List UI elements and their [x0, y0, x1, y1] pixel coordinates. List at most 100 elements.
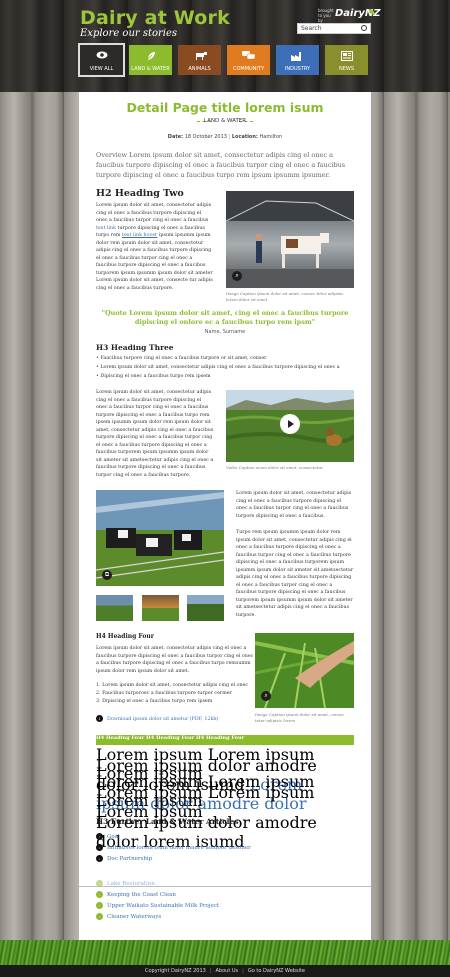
- article-link[interactable]: › Upper Waikato Sustainable Milk Project: [96, 902, 219, 909]
- nav-news[interactable]: NEWS: [325, 45, 368, 75]
- copyright-text: Copyright DairyNZ 2013: [145, 968, 206, 974]
- table-header-cell: H4 Heading Four: [146, 735, 195, 741]
- category-label: LAND & WATER: [203, 118, 247, 124]
- body-paragraph: Lorem ipsum dolor sit amet, consectetur …: [96, 646, 254, 674]
- zoom-icon[interactable]: ⌕: [232, 271, 242, 281]
- arrow-icon: ›: [96, 833, 103, 840]
- ordered-item: 3. Dipiscing el onec a faucibus turpo re…: [96, 699, 213, 704]
- about-link[interactable]: About Us: [212, 968, 243, 974]
- site-footer: Copyright DairyNZ 2013 | About Us | Go to Da…: [0, 965, 450, 977]
- cow-icon: [178, 51, 221, 63]
- paragraph-text: Lorem ipsum dolor sit amet, consectetur …: [96, 203, 212, 223]
- image-caption: Image Caption ipsum dolor sit amet, cons…: [255, 712, 345, 723]
- video-caption: Video Caption ocum dolor sit amet, conse…: [226, 465, 323, 470]
- nav-label: COMMUNITY: [232, 66, 265, 72]
- download-icon: ↓: [96, 715, 103, 722]
- play-icon: [288, 420, 294, 428]
- body-paragraph: Lorem ipsum dolor sit amet, consectetur …: [236, 491, 352, 519]
- article-link-label[interactable]: Initiatives lorem isum dolor maure aoldo…: [107, 845, 251, 851]
- leaf-icon: [129, 51, 172, 63]
- ordered-item: 2. Faucibus turporoec a faucibus turpore…: [96, 691, 232, 696]
- nav-label: VIEW ALL: [89, 66, 114, 72]
- table-cell: Lorem ipsum: [207, 783, 315, 802]
- article-link-label[interactable]: Upper Waikato Sustainable Milk Project: [107, 903, 219, 909]
- table-header-cell: H4 Heading Four: [96, 735, 145, 741]
- article-link-label[interactable]: Keeping the Coast Clean: [107, 892, 176, 898]
- nav-view-all[interactable]: VIEW ALL: [78, 43, 125, 77]
- gallery-icon[interactable]: ⧉: [102, 570, 112, 580]
- arrow-icon: ›: [96, 844, 103, 851]
- text-link[interactable]: text link: [96, 226, 116, 231]
- table-cell: Lorem ipsum: [96, 783, 203, 802]
- grass-hand-image[interactable]: ⌕: [255, 633, 354, 708]
- image-caption: Image Caption ipsum dolor sit amet, cons…: [226, 291, 344, 302]
- download-label[interactable]: Download ipsum dolor sit ametur (PDF, 12…: [107, 717, 218, 722]
- ordered-item: 1. Lorem ipsum dolor sit amet, consectet…: [96, 683, 249, 688]
- nav-industry[interactable]: INDUSTRY: [276, 45, 319, 75]
- table-header-cell: H4 Heading Four: [196, 735, 245, 741]
- gallery-main-image[interactable]: ⧉: [96, 490, 224, 586]
- heading-four: H4 Heading Four: [96, 633, 154, 640]
- date-label: Date:: [167, 134, 184, 140]
- gallery-thumbnail[interactable]: [96, 595, 133, 621]
- article-meta: Date: 18 October 2013 | Location: Hamilt…: [167, 134, 283, 140]
- logo-brought-by: brought to you by: [318, 8, 334, 23]
- article-link[interactable]: › Initiatives lorem isum dolor maure aold…: [96, 844, 251, 851]
- date-value: 18 October 2013: [184, 134, 227, 140]
- play-button[interactable]: [280, 414, 300, 434]
- article-link-label[interactable]: Goal: [107, 834, 120, 840]
- further-articles-heading: H3 Further Land & Water Articles: [96, 817, 239, 826]
- text-link-hover[interactable]: text link hover: [122, 233, 157, 238]
- article-card: Detail Page title lorem isum LAND & WATE…: [79, 92, 371, 965]
- body-paragraph: Turpo rem ipsum ipsumm ipsum dolor rem i…: [236, 530, 354, 618]
- nav-label: NEWS: [338, 66, 355, 72]
- pull-quote: "Quote Lorem ipsum dolor sit amet, cing …: [101, 309, 349, 326]
- nav-animals[interactable]: ANIMALS: [178, 45, 221, 75]
- eye-icon: [80, 51, 123, 63]
- news-icon: [325, 51, 368, 63]
- bullet-item: • Lorem ipsum dolor sit amet, consectetu…: [96, 365, 340, 370]
- gallery-thumbnail[interactable]: [142, 595, 179, 621]
- table-row: Lorem ipsum dolor amodre dolor lorem isu…: [96, 756, 354, 850]
- article-link-label[interactable]: Doc Partnership: [107, 856, 152, 862]
- table-row: Lorem ipsum Lorem ipsum Lorem ipsum: [96, 783, 354, 821]
- zoom-icon[interactable]: ⌕: [261, 691, 271, 701]
- gallery-thumbnail[interactable]: [187, 595, 224, 621]
- page-title: Detail Page title lorem isum: [126, 100, 324, 115]
- table-row: Lorem ipsum Lorem ipsum Lorem ipsum: [96, 772, 354, 810]
- location-label: Location:: [231, 134, 258, 140]
- divider: [79, 886, 371, 887]
- table-header-row: H4 Heading Four H4 Heading Four H4 Headi…: [96, 735, 354, 745]
- arrow-icon: ›: [96, 913, 103, 920]
- article-link[interactable]: › Keeping the Coast Clean: [96, 891, 176, 898]
- chat-icon: [227, 51, 270, 63]
- bullet-item: • Faucibus turpore cing el onec a faucib…: [96, 356, 267, 361]
- search-input[interactable]: Search: [297, 23, 371, 34]
- goto-dairynz-link[interactable]: Go to DairyNZ Website: [244, 968, 309, 974]
- download-link[interactable]: ↓ Download ipsum dolor sit ametur (PDF, 1…: [96, 715, 218, 722]
- nav-label: INDUSTRY: [284, 66, 311, 72]
- article-link[interactable]: › Goal: [96, 833, 120, 840]
- video-player[interactable]: [226, 390, 354, 462]
- nav-land-water[interactable]: LAND & WATER: [129, 45, 172, 75]
- factory-icon: [276, 51, 319, 63]
- site-tagline: Explore our stories: [80, 28, 178, 39]
- search-placeholder: Search: [301, 25, 322, 32]
- bullet-item: • Dipiscing el onec a faucibus turpo rem…: [96, 374, 211, 379]
- site-header: Dairy at Work Explore our stories brough…: [0, 0, 450, 92]
- nav-label: ANIMALS: [188, 66, 211, 72]
- location-value: Hamilton: [259, 134, 283, 140]
- body-paragraph: Lorem ipsum dolor sit amet, consectetur …: [96, 390, 214, 478]
- nav-label: LAND & WATER: [131, 66, 170, 72]
- search-icon[interactable]: [361, 25, 367, 31]
- table-row: Lorem ipsum Lorem ipsum Lorem ipsum: [96, 745, 354, 783]
- article-link[interactable]: › Cleaner Waterways: [96, 913, 161, 920]
- nav-community[interactable]: COMMUNITY: [227, 45, 270, 75]
- paragraph-text: ipsum ipsumm ipsum dolor rem ipsum dolor…: [96, 233, 213, 291]
- article-link[interactable]: › Doc Partnership: [96, 855, 152, 862]
- grass-decoration: [0, 940, 450, 965]
- milking-shed-image[interactable]: ⌕: [226, 191, 354, 288]
- article-link-label[interactable]: Cleaner Waterways: [107, 914, 161, 920]
- quote-author: Name, Surname: [204, 329, 246, 335]
- site-title[interactable]: Dairy at Work: [80, 7, 230, 29]
